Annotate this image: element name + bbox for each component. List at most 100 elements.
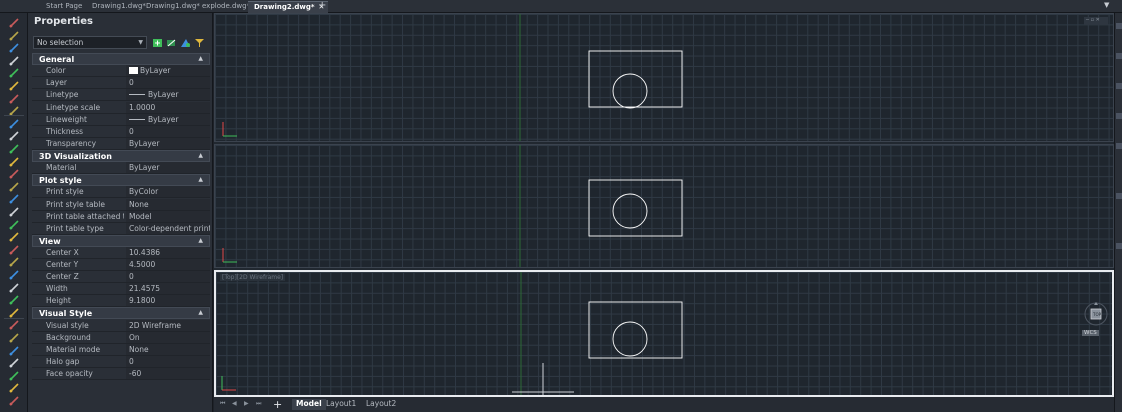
property-row[interactable]: Material ByLayer bbox=[32, 162, 210, 175]
property-value[interactable]: 21.4575 bbox=[126, 283, 210, 295]
side-palette-icon[interactable] bbox=[1116, 143, 1122, 149]
side-palette-icon[interactable] bbox=[1116, 23, 1122, 29]
property-row[interactable]: Background On bbox=[32, 331, 210, 344]
insert-block-icon[interactable] bbox=[8, 193, 20, 205]
arc-icon[interactable] bbox=[8, 42, 20, 54]
layout-tab[interactable]: Layout2 bbox=[362, 399, 400, 410]
mtext-icon[interactable] bbox=[8, 181, 20, 193]
collapse-icon[interactable]: ▲ bbox=[198, 309, 203, 316]
rectangle-icon[interactable] bbox=[8, 55, 20, 67]
viewport-bottom-active[interactable]: [Top][2D Wireframe] TOP WCS bbox=[214, 270, 1114, 397]
property-row[interactable]: Layer 0 bbox=[32, 77, 210, 90]
spline-icon[interactable] bbox=[8, 93, 20, 105]
document-tab[interactable]: Drawing1.dwg* bbox=[140, 1, 204, 13]
property-row[interactable]: Face opacity -60 bbox=[32, 367, 210, 380]
document-tab[interactable]: Drawing2.dwg* ✕ bbox=[248, 1, 329, 13]
measure-icon[interactable] bbox=[8, 282, 20, 294]
property-value[interactable]: ByLayer bbox=[126, 65, 210, 77]
property-value[interactable]: ByColor bbox=[126, 186, 210, 198]
offset-icon[interactable] bbox=[8, 332, 20, 344]
property-value[interactable]: Model bbox=[126, 210, 210, 222]
property-value[interactable]: None bbox=[126, 198, 210, 210]
properties-icon[interactable] bbox=[8, 256, 20, 268]
erase-icon[interactable] bbox=[8, 294, 20, 306]
first-layout-button[interactable]: ⏮ bbox=[220, 400, 225, 408]
wcs-menu[interactable]: WCS bbox=[1082, 330, 1099, 336]
property-value[interactable]: 0 bbox=[126, 271, 210, 283]
property-row[interactable]: Transparency ByLayer bbox=[32, 137, 210, 150]
tab-list-menu-icon[interactable]: ▼ bbox=[1104, 1, 1109, 9]
collapse-icon[interactable]: ▲ bbox=[198, 152, 203, 159]
add-layout-button[interactable]: + bbox=[273, 398, 282, 411]
ellipse-icon[interactable] bbox=[8, 80, 20, 92]
property-value[interactable]: 2D Wireframe bbox=[126, 319, 210, 331]
stretch-icon[interactable] bbox=[8, 395, 20, 407]
select-objects-icon[interactable] bbox=[166, 38, 177, 48]
layer-icon[interactable] bbox=[8, 244, 20, 256]
collapse-icon[interactable]: ▲ bbox=[198, 176, 203, 183]
property-row[interactable]: Halo gap 0 bbox=[32, 355, 210, 368]
property-row[interactable]: Width 21.4575 bbox=[32, 283, 210, 296]
section-header[interactable]: Plot style ▲ bbox=[32, 174, 210, 187]
gradient-icon[interactable] bbox=[8, 143, 20, 155]
prev-layout-button[interactable]: ◀ bbox=[232, 400, 237, 407]
side-palette-icon[interactable] bbox=[1116, 243, 1122, 249]
array-icon[interactable] bbox=[8, 345, 20, 357]
layout-tab[interactable]: Model bbox=[292, 399, 326, 410]
viewport-top[interactable] bbox=[214, 13, 1114, 142]
viewport-middle[interactable] bbox=[214, 144, 1114, 268]
section-header[interactable]: General ▲ bbox=[32, 53, 210, 65]
property-row[interactable]: Linetype ByLayer bbox=[32, 89, 210, 102]
property-value[interactable]: 0 bbox=[126, 77, 210, 89]
property-value[interactable]: 0 bbox=[126, 355, 210, 367]
collapse-icon[interactable]: ▲ bbox=[198, 237, 203, 244]
section-header[interactable]: View ▲ bbox=[32, 234, 210, 247]
side-palette-icon[interactable] bbox=[1116, 113, 1122, 119]
property-row[interactable]: Thickness 0 bbox=[32, 125, 210, 138]
property-value[interactable]: None bbox=[126, 343, 210, 355]
section-header[interactable]: 3D Visualization ▲ bbox=[32, 149, 210, 162]
mirror-icon[interactable] bbox=[8, 319, 20, 331]
side-palette-icon[interactable] bbox=[1116, 83, 1122, 89]
quick-select-icon[interactable] bbox=[180, 38, 191, 48]
property-row[interactable]: Center X 10.4386 bbox=[32, 247, 210, 259]
circle-icon[interactable] bbox=[8, 67, 20, 79]
region-icon[interactable] bbox=[8, 156, 20, 168]
property-value[interactable]: ByLayer bbox=[126, 89, 210, 101]
point-icon[interactable] bbox=[8, 118, 20, 130]
new-tab-button[interactable]: + bbox=[318, 0, 326, 11]
attribute-icon[interactable] bbox=[8, 219, 20, 231]
property-value[interactable]: 10.4386 bbox=[126, 247, 210, 258]
property-row[interactable]: Print style ByColor bbox=[32, 186, 210, 199]
rotate-icon[interactable] bbox=[8, 370, 20, 382]
copy-icon[interactable] bbox=[8, 307, 20, 319]
hatch-icon[interactable] bbox=[8, 130, 20, 142]
line-icon[interactable] bbox=[8, 17, 20, 29]
property-value[interactable]: -60 bbox=[126, 367, 210, 379]
property-row[interactable]: Visual style 2D Wireframe bbox=[32, 319, 210, 332]
polyline-icon[interactable] bbox=[8, 30, 20, 42]
next-layout-button[interactable]: ▶ bbox=[244, 400, 249, 407]
property-row[interactable]: Height 9.1800 bbox=[32, 295, 210, 308]
layout-tab[interactable]: Layout1 bbox=[322, 399, 360, 410]
property-row[interactable]: Linetype scale 1.0000 bbox=[32, 101, 210, 114]
filter-icon[interactable] bbox=[194, 38, 205, 48]
viewport-controls-label[interactable]: [Top][2D Wireframe] bbox=[220, 274, 286, 281]
property-value[interactable]: 1.0000 bbox=[126, 101, 210, 113]
property-value[interactable]: On bbox=[126, 331, 210, 343]
document-tab[interactable]: Start Page bbox=[40, 1, 86, 13]
property-value[interactable]: ByLayer bbox=[126, 162, 210, 174]
property-row[interactable]: Material mode None bbox=[32, 343, 210, 356]
property-value[interactable]: 9.1800 bbox=[126, 295, 210, 307]
property-row[interactable]: Print style table None bbox=[32, 198, 210, 211]
selection-dropdown[interactable]: No selection ▼ bbox=[33, 36, 147, 49]
property-value[interactable]: 4.5000 bbox=[126, 259, 210, 271]
property-row[interactable]: Print table type Color-dependent print... bbox=[32, 222, 210, 235]
wipeout-icon[interactable] bbox=[8, 231, 20, 243]
property-value[interactable]: 0 bbox=[126, 125, 210, 137]
property-row[interactable]: Center Y 4.5000 bbox=[32, 259, 210, 272]
property-row[interactable]: Print table attached to Model bbox=[32, 210, 210, 223]
drawing-canvas[interactable]: [Top][2D Wireframe] TOP WCS ─ ▫ ✕ bbox=[214, 13, 1114, 397]
toggle-pickadd-icon[interactable] bbox=[152, 38, 163, 48]
section-header[interactable]: Visual Style ▲ bbox=[32, 307, 210, 320]
